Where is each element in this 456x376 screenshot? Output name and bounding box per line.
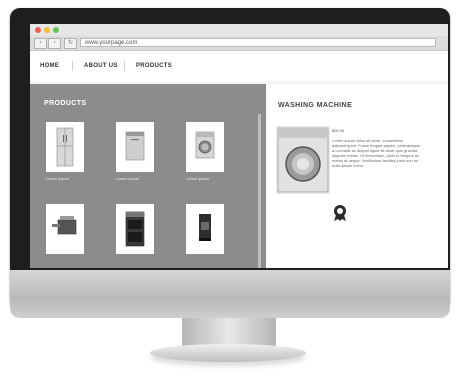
product-price: $00.00: [332, 128, 345, 133]
washing-machine-icon: [277, 127, 329, 193]
product-detail-panel: WASHING MACHINE $00.00 Lorem ipsum dolor…: [266, 84, 448, 268]
browser-titlebar: [30, 24, 448, 36]
product-tile-oven[interactable]: [116, 204, 154, 254]
product-tile-washing-machine[interactable]: [186, 122, 224, 172]
monitor-chin: [10, 270, 450, 318]
address-bar[interactable]: www.yourpage.com: [80, 38, 436, 47]
dishwasher-icon: [125, 131, 145, 161]
product-description: Lorem ipsum dolor sit amet, consectetur …: [332, 138, 421, 168]
nav-divider: [124, 61, 125, 71]
oven-icon: [125, 211, 145, 247]
monitor-stand-base: [150, 344, 306, 362]
product-tile-refrigerator[interactable]: [46, 122, 84, 172]
products-title: PRODUCTS: [44, 100, 87, 107]
screen: ‹ › ↻ www.yourpage.com HOME ABOUT US PRO…: [30, 24, 448, 268]
product-caption: Lorem ipsum: [46, 176, 70, 181]
refrigerator-icon: [56, 127, 74, 167]
chevron-right-icon[interactable]: ›: [48, 38, 61, 49]
product-caption: Lorem ipsum: [186, 176, 210, 181]
product-tile-fryer[interactable]: [46, 204, 84, 254]
product-detail-image: [276, 126, 330, 194]
product-tile-coffee-maker[interactable]: [186, 204, 224, 254]
chevron-left-icon[interactable]: ‹: [34, 38, 47, 49]
minimize-window-dot[interactable]: [44, 27, 50, 33]
browser-toolbar: ‹ › ↻ www.yourpage.com: [30, 36, 448, 51]
products-panel: PRODUCTS Lorem ipsum Lorem ipsum Lorem i…: [30, 84, 266, 268]
site-nav: HOME ABOUT US PRODUCTS: [30, 51, 448, 81]
washing-machine-icon: [195, 131, 215, 159]
coffee-maker-icon: [199, 214, 211, 241]
fryer-icon: [52, 216, 77, 235]
product-caption: Lorem ipsum: [116, 176, 140, 181]
close-window-dot[interactable]: [35, 27, 41, 33]
product-tile-dishwasher[interactable]: [116, 122, 154, 172]
nav-item-home[interactable]: HOME: [40, 63, 59, 69]
reload-icon[interactable]: ↻: [64, 38, 77, 49]
maximize-window-dot[interactable]: [53, 27, 59, 33]
products-scrollbar[interactable]: [258, 114, 261, 268]
certificate-stamp-icon: [332, 204, 348, 222]
nav-divider: [72, 61, 73, 71]
nav-item-about-us[interactable]: ABOUT US: [84, 63, 118, 69]
nav-item-products[interactable]: PRODUCTS: [136, 63, 172, 69]
product-detail-title: WASHING MACHINE: [278, 102, 353, 109]
